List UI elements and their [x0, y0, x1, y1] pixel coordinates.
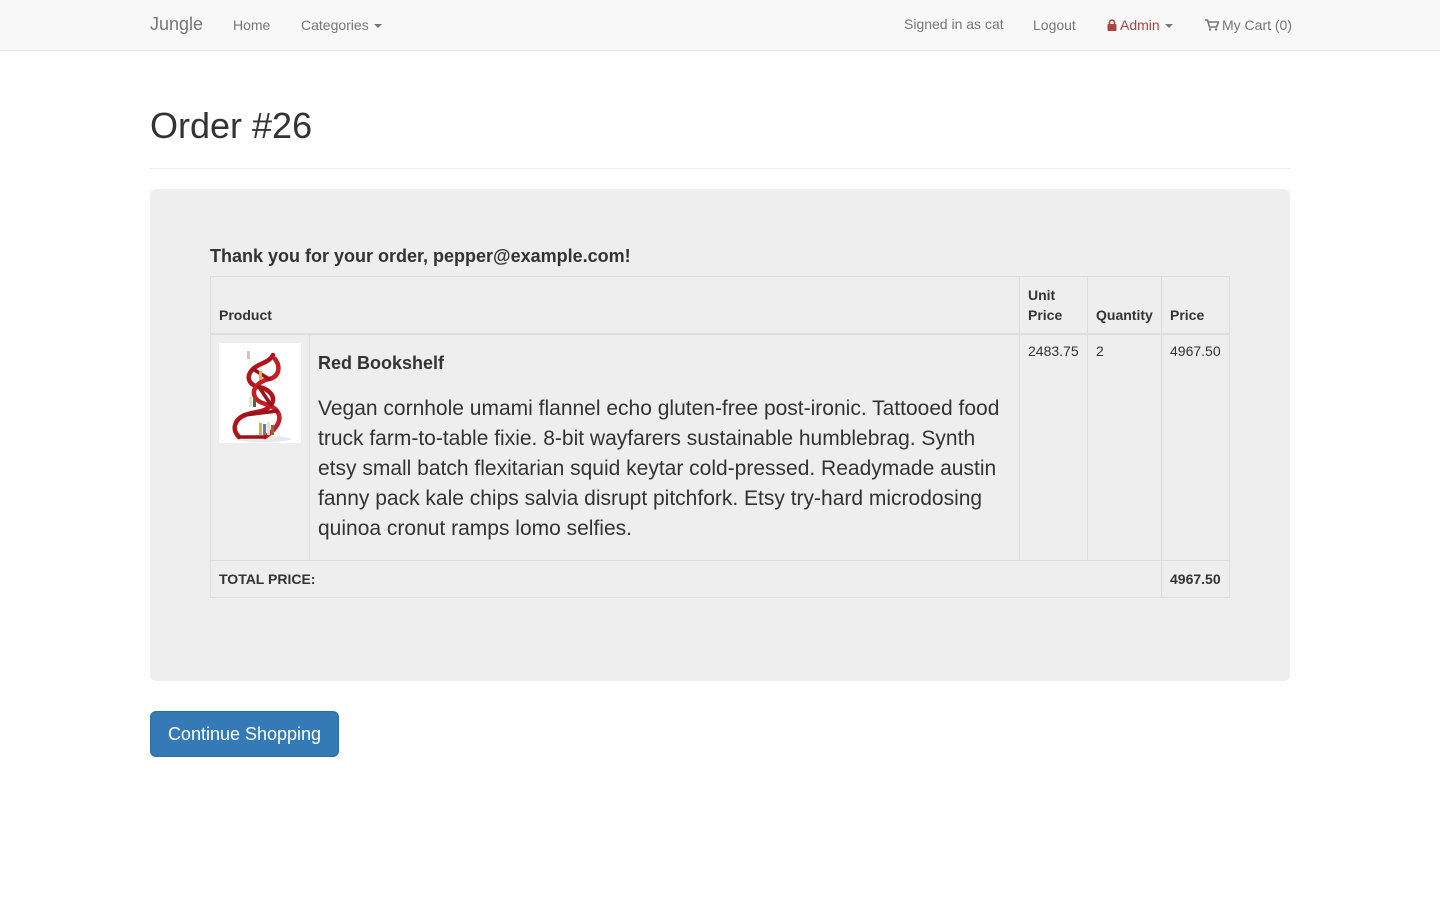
signed-in-text: Signed in as cat — [904, 16, 1004, 32]
order-panel: Thank you for your order, pepper@example… — [150, 189, 1290, 681]
my-cart-link[interactable]: My Cart (0) — [1205, 17, 1292, 33]
total-label: TOTAL PRICE: — [210, 560, 1162, 598]
page-header-divider — [150, 168, 1290, 169]
logout-link[interactable]: Logout — [1033, 17, 1076, 33]
nav-categories-label: Categories — [301, 17, 369, 33]
nav-home-link[interactable]: Home — [233, 17, 270, 33]
continue-shopping-button[interactable]: Continue Shopping — [150, 711, 339, 757]
product-image — [219, 343, 301, 443]
table-row: Red Bookshelf Vegan cornhole umami flann… — [210, 333, 1230, 561]
admin-dropdown[interactable]: Admin — [1107, 17, 1173, 33]
chevron-down-icon — [1164, 24, 1173, 29]
line-price-cell: 4967.50 — [1161, 333, 1230, 561]
order-table: Product Unit Price Quantity Price Red Bo… — [210, 276, 1230, 598]
navbar-inner: Jungle Home Categories Signed in as cat … — [150, 0, 1292, 50]
lock-icon — [1107, 19, 1117, 31]
total-value: 4967.50 — [1161, 560, 1230, 598]
total-row: TOTAL PRICE: 4967.50 — [210, 560, 1230, 598]
product-details-cell: Red Bookshelf Vegan cornhole umami flann… — [309, 333, 1020, 561]
cart-icon — [1205, 19, 1219, 31]
header-unit-price: Unit Price — [1019, 276, 1088, 335]
product-image-cell — [210, 333, 310, 561]
header-quantity: Quantity — [1087, 276, 1162, 335]
nav-categories-dropdown[interactable]: Categories — [301, 17, 382, 33]
navbar: Jungle Home Categories Signed in as cat … — [0, 0, 1440, 51]
admin-label: Admin — [1120, 17, 1160, 33]
brand-link[interactable]: Jungle — [150, 14, 203, 35]
header-unit-price-line2: Price — [1028, 307, 1063, 323]
thank-you-message: Thank you for your order, pepper@example… — [210, 246, 631, 266]
product-name: Red Bookshelf — [318, 353, 445, 373]
product-description: Vegan cornhole umami flannel echo gluten… — [318, 397, 1000, 540]
unit-price-cell: 2483.75 — [1019, 333, 1088, 561]
quantity-cell: 2 — [1087, 333, 1162, 561]
header-product: Product — [210, 276, 1020, 335]
page-title: Order #26 — [150, 105, 313, 146]
header-price: Price — [1161, 276, 1230, 335]
header-unit-price-line1: Unit — [1028, 287, 1056, 303]
cart-label: My Cart (0) — [1222, 17, 1292, 33]
chevron-down-icon — [373, 24, 382, 29]
table-header-row: Product Unit Price Quantity Price — [210, 276, 1230, 335]
